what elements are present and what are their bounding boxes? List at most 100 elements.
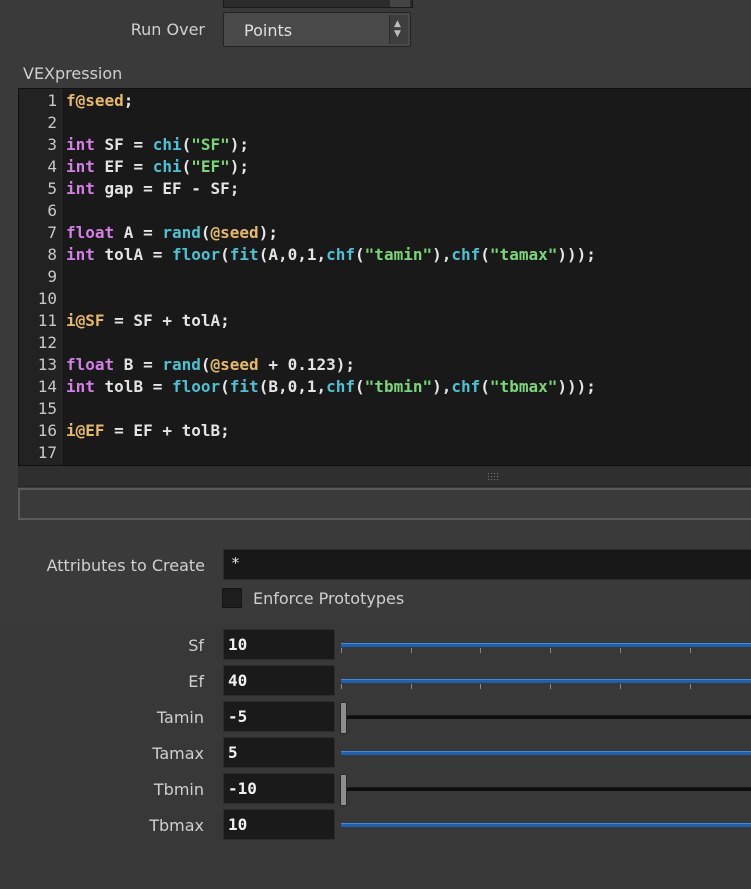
- code-token: "SF": [191, 135, 230, 154]
- slider-tick: [411, 648, 412, 653]
- code-token: gap = EF - SF;: [94, 179, 240, 198]
- param-slider-tamax[interactable]: [341, 744, 751, 762]
- code-token: floor: [171, 245, 221, 264]
- slider-track: [341, 787, 751, 791]
- resize-grip-icon[interactable]: [488, 472, 500, 480]
- code-line[interactable]: 5 int gap = EF - SF;: [19, 178, 751, 200]
- param-slider-tbmin[interactable]: [340, 774, 751, 806]
- slider-track: [341, 715, 751, 719]
- slider-tick: [620, 684, 621, 689]
- run-over-select[interactable]: Points ▲ ▼: [223, 12, 411, 47]
- code-token: + 0.123);: [258, 355, 356, 374]
- code-line[interactable]: 13 float B = rand(@seed + 0.123);: [19, 354, 751, 376]
- param-slider-sf[interactable]: [341, 636, 751, 654]
- code-text: int SF = chi("SF");: [66, 134, 249, 156]
- code-token: rand: [162, 223, 201, 242]
- code-token: @seed: [210, 223, 259, 242]
- param-field-tamin[interactable]: -5: [223, 701, 335, 732]
- param-field-ef[interactable]: 40: [223, 665, 335, 696]
- param-field-tbmin[interactable]: -10: [223, 773, 335, 804]
- code-text: int tolB = floor(fit(B,0,1,chf("tbmin"),…: [66, 376, 596, 398]
- code-token: (: [480, 377, 490, 396]
- code-line[interactable]: 10: [19, 288, 751, 310]
- spin-down-icon: ▼: [394, 29, 401, 39]
- code-token: float: [66, 355, 115, 374]
- code-token: rand: [162, 355, 201, 374]
- slider-tick: [411, 684, 412, 689]
- code-line[interactable]: 11 i@SF = SF + tolA;: [19, 310, 751, 332]
- param-label-tamin: Tamin: [156, 708, 204, 727]
- code-token: );: [229, 157, 250, 176]
- code-line[interactable]: 3 int SF = chi("SF");: [19, 134, 751, 156]
- attributes-to-create-label: Attributes to Create: [46, 556, 205, 575]
- code-token: = SF + tolA;: [104, 311, 230, 330]
- param-slider-ef[interactable]: [341, 672, 751, 690]
- code-token: tolB =: [94, 377, 172, 396]
- slider-tick: [550, 684, 551, 689]
- line-number: 2: [47, 113, 57, 132]
- param-field-sf[interactable]: 10: [223, 629, 335, 660]
- slider-tick: [480, 648, 481, 653]
- enforce-prototypes-checkbox[interactable]: [222, 588, 242, 608]
- slider-tick: [550, 648, 551, 653]
- line-number: 16: [37, 421, 57, 440]
- code-line[interactable]: 2: [19, 112, 751, 134]
- param-field-tamax[interactable]: 5: [223, 737, 335, 768]
- param-slider-tamin[interactable]: [340, 702, 751, 734]
- code-token: chf: [451, 245, 481, 264]
- code-token: chi: [152, 135, 182, 154]
- code-token: B =: [114, 355, 163, 374]
- code-line[interactable]: 16 i@EF = EF + tolB;: [19, 420, 751, 442]
- code-token: chf: [326, 245, 356, 264]
- code-token: (A,0,1,: [258, 245, 327, 264]
- cropped-dropdown[interactable]: [223, 0, 413, 8]
- line-number: 6: [47, 201, 57, 220]
- code-editor[interactable]: 1 f@seed; 2 3 int SF = chi("SF"); 4 int EF = c…: [18, 88, 751, 466]
- param-label-tbmax: Tbmax: [149, 816, 204, 835]
- code-line[interactable]: 14 int tolB = floor(fit(B,0,1,chf("tbmin"…: [19, 376, 751, 398]
- param-slider-tbmax[interactable]: [341, 816, 751, 834]
- spin-arrows-icon[interactable]: ▲ ▼: [389, 15, 408, 44]
- param-field-tbmax[interactable]: 10: [223, 809, 335, 840]
- code-token: (: [480, 245, 490, 264]
- code-token: f@seed: [66, 91, 124, 110]
- attributes-to-create-input[interactable]: *: [223, 549, 751, 580]
- code-token: (: [181, 135, 192, 154]
- slider-track: [341, 643, 751, 647]
- code-line[interactable]: 12: [19, 332, 751, 354]
- code-token: );: [229, 135, 250, 154]
- line-number: 15: [37, 399, 57, 418]
- slider-knob[interactable]: [340, 702, 347, 734]
- code-token: fit: [229, 245, 259, 264]
- code-line[interactable]: 9: [19, 266, 751, 288]
- code-token: @seed: [210, 355, 259, 374]
- code-line[interactable]: 15: [19, 398, 751, 420]
- line-number: 7: [47, 223, 57, 242]
- code-token: (: [200, 223, 211, 242]
- slider-knob[interactable]: [340, 774, 347, 806]
- line-number: 12: [37, 333, 57, 352]
- code-token: (B,0,1,: [258, 377, 327, 396]
- code-token: ),: [432, 377, 452, 396]
- line-number: 13: [37, 355, 57, 374]
- code-line[interactable]: 6: [19, 200, 751, 222]
- code-text: int gap = EF - SF;: [66, 178, 239, 200]
- code-token: "tbmax": [489, 377, 558, 396]
- editor-footer: [18, 466, 751, 487]
- code-token: int: [66, 157, 95, 176]
- code-token: int: [66, 135, 95, 154]
- line-number: 14: [37, 377, 57, 396]
- code-line[interactable]: 17: [19, 442, 751, 464]
- code-line[interactable]: 8 int tolA = floor(fit(A,0,1,chf("tamin")…: [19, 244, 751, 266]
- code-token: floor: [171, 377, 221, 396]
- code-text: f@seed;: [66, 90, 133, 112]
- dropdown-arrow[interactable]: [390, 0, 410, 7]
- code-line[interactable]: 4 int EF = chi("EF");: [19, 156, 751, 178]
- param-label-tbmin: Tbmin: [153, 780, 204, 799]
- line-number: 10: [37, 289, 57, 308]
- code-line[interactable]: 7 float A = rand(@seed);: [19, 222, 751, 244]
- code-line[interactable]: 1 f@seed;: [19, 90, 751, 112]
- slider-tick: [690, 648, 691, 653]
- code-token: ;: [123, 91, 134, 110]
- code-token: )));: [557, 245, 596, 264]
